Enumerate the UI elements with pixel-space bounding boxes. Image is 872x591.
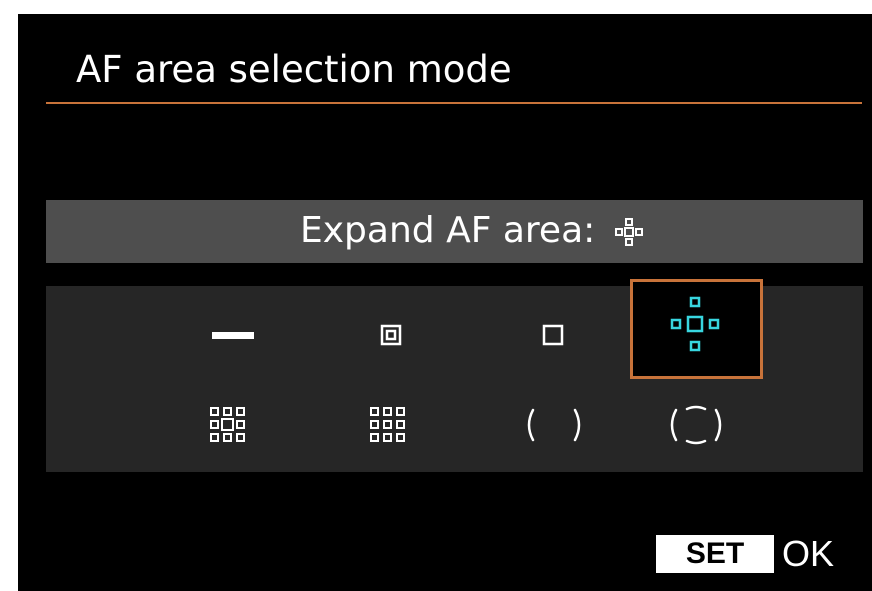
camera-menu-screen: AF area selection mode Expand AF area: S… bbox=[18, 14, 872, 591]
title-divider bbox=[46, 102, 862, 104]
option-auto-af-point-selection[interactable] bbox=[632, 384, 760, 480]
current-mode-bar: Expand AF area: bbox=[46, 200, 863, 263]
option-single-point[interactable] bbox=[490, 290, 618, 386]
framed-point-icon bbox=[380, 324, 402, 346]
large-zone-brackets-icon bbox=[527, 408, 581, 442]
option-zone-af[interactable] bbox=[328, 384, 456, 480]
option-spot-af[interactable] bbox=[168, 290, 296, 386]
af-mode-options-panel bbox=[46, 279, 863, 472]
option-single-point-spot[interactable] bbox=[328, 290, 456, 386]
expand-af-area-cross-icon bbox=[614, 217, 644, 251]
option-expand-af-area-surround[interactable] bbox=[168, 384, 296, 480]
ok-label: OK bbox=[782, 533, 835, 574]
surround-expand-icon bbox=[210, 407, 245, 442]
current-mode-label: Expand AF area: bbox=[300, 210, 596, 251]
zone-grid-icon bbox=[370, 407, 405, 442]
option-expand-af-area-cross[interactable] bbox=[630, 279, 763, 379]
option-large-zone-af[interactable] bbox=[490, 384, 618, 480]
page-title: AF area selection mode bbox=[76, 48, 512, 91]
cross-expand-icon bbox=[670, 296, 720, 352]
flat-bar-icon bbox=[212, 332, 254, 339]
square-point-icon bbox=[542, 324, 564, 346]
auto-selection-brackets-icon bbox=[670, 405, 722, 445]
set-button[interactable]: SET bbox=[656, 535, 774, 573]
